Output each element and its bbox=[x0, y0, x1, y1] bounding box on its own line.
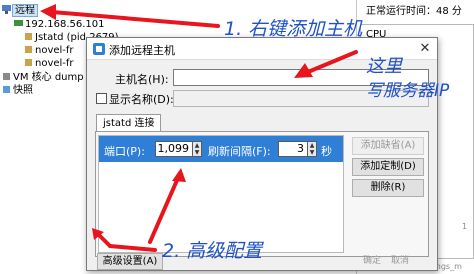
refresh-label: 刷新间隔(F): bbox=[208, 145, 271, 158]
tree-item-remote-label: 远程 bbox=[12, 4, 38, 17]
port-label: 端口(P): bbox=[104, 145, 145, 158]
java-process-icon bbox=[24, 58, 33, 67]
dump-icon bbox=[2, 72, 11, 81]
add-default-button[interactable]: 添加缺省(A) bbox=[352, 137, 424, 155]
java-process-icon bbox=[24, 45, 33, 54]
tree-item-snapshot-label: 快照 bbox=[13, 85, 33, 96]
tree-item-novel-2[interactable]: novel-fr bbox=[24, 57, 74, 70]
ok-button[interactable]: 确定 bbox=[360, 253, 384, 270]
uptime-text: 正常运行时间：48 分 bbox=[366, 6, 462, 17]
tree-item-vm-dump-label: VM 核心 dump bbox=[13, 72, 84, 83]
snapshot-icon bbox=[2, 85, 11, 94]
tab-jstatd[interactable]: jstatd 连接 bbox=[96, 114, 162, 132]
close-icon[interactable]: ✕ bbox=[417, 41, 433, 57]
network-icon bbox=[2, 5, 11, 14]
tree-item-novel-2-label: novel-fr bbox=[35, 58, 74, 69]
refresh-spinner-icon[interactable]: ▲ ▼ bbox=[308, 141, 317, 157]
annotation-here: 这里 bbox=[366, 56, 402, 77]
tree-item-vm-dump[interactable]: VM 核心 dump bbox=[2, 71, 84, 84]
port-input[interactable]: 1,099 bbox=[155, 141, 193, 157]
tree-item-host[interactable]: 192.168.56.101 bbox=[14, 18, 105, 31]
dialog-title: 添加远程主机 bbox=[109, 44, 175, 57]
host-label: 主机名(H): bbox=[115, 73, 169, 86]
display-name-checkbox[interactable] bbox=[96, 93, 107, 104]
port-spinner-icon[interactable]: ▲ ▼ bbox=[193, 141, 202, 157]
app-icon bbox=[93, 43, 105, 55]
refresh-input[interactable]: 3 bbox=[278, 141, 308, 157]
tree-item-snapshot[interactable]: 快照 bbox=[2, 84, 33, 97]
annotation-write-ip: 写服务器IP bbox=[366, 81, 450, 101]
add-custom-button[interactable]: 添加定制(D) bbox=[352, 158, 424, 176]
host-tree: 远程 192.168.56.101 Jstatd (pid 2679) nove… bbox=[0, 0, 119, 274]
tree-item-remote[interactable]: 远程 bbox=[2, 4, 38, 17]
axis-tick: 1 bbox=[462, 222, 468, 231]
cancel-button[interactable]: 取消 bbox=[388, 253, 412, 270]
host-icon bbox=[14, 19, 23, 28]
tree-item-host-label: 192.168.56.101 bbox=[25, 19, 105, 30]
annotation-step1: 1. 右键添加主机 bbox=[224, 18, 363, 40]
tree-item-novel-1-label: novel-fr bbox=[35, 45, 74, 56]
java-process-icon bbox=[24, 32, 33, 41]
advanced-settings-button[interactable]: 高级设置(A) bbox=[97, 253, 163, 270]
tree-item-novel-1[interactable]: novel-fr bbox=[24, 44, 74, 57]
annotation-step2: 2. 高级配置 bbox=[162, 240, 263, 262]
display-name-label: 显示名称(D): bbox=[109, 93, 174, 106]
delete-button[interactable]: 删除(R) bbox=[352, 179, 424, 197]
seconds-unit: 秒 bbox=[321, 145, 332, 158]
